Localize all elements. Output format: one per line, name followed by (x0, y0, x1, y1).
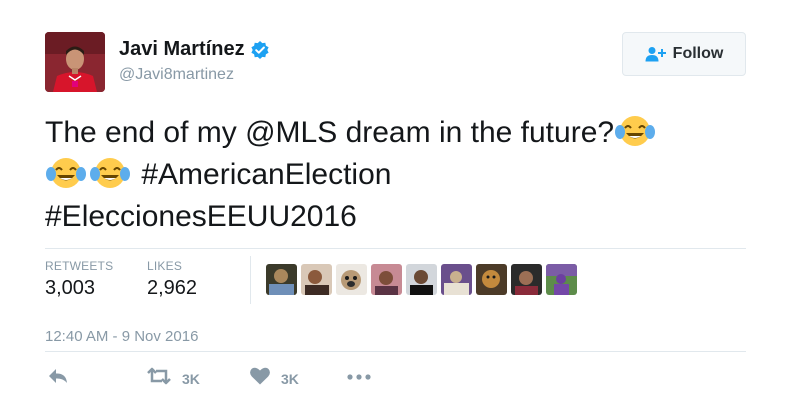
follow-button-label: Follow (672, 45, 724, 62)
follow-button[interactable]: Follow (622, 32, 746, 76)
author-handle[interactable]: @Javi8martinez (119, 66, 234, 84)
liker-avatar[interactable] (511, 264, 542, 295)
author-name-row[interactable]: Javi Martínez (119, 38, 270, 61)
avatar[interactable] (45, 32, 105, 92)
stats-divider (250, 256, 251, 304)
tears-of-joy-emoji-icon (614, 114, 656, 148)
likes-count: 2,962 (147, 277, 198, 299)
likes-stat[interactable]: LIKES 2,962 (147, 259, 197, 300)
more-button[interactable] (346, 366, 372, 391)
liker-avatar[interactable] (476, 264, 507, 295)
retweets-label: RETWEETS (45, 259, 114, 273)
author-name[interactable]: Javi Martínez (119, 38, 245, 61)
retweets-count: 3,003 (45, 277, 96, 299)
verified-badge-icon (250, 40, 270, 60)
liker-avatar[interactable] (266, 264, 297, 295)
more-icon (346, 366, 372, 391)
liker-avatars (266, 264, 577, 295)
add-user-icon (645, 46, 667, 62)
heart-icon (249, 366, 271, 391)
retweets-stat[interactable]: RETWEETS 3,003 (45, 259, 113, 300)
tweet-text: The end of my @MLS dream in the future? … (45, 112, 735, 238)
like-button[interactable]: 3K (249, 366, 299, 391)
liker-avatar[interactable] (336, 264, 367, 295)
liker-avatar[interactable] (546, 264, 577, 295)
retweet-button[interactable]: 3K (146, 366, 200, 391)
like-count: 3K (281, 370, 299, 387)
tears-of-joy-emoji-icon (89, 156, 131, 190)
liker-avatar[interactable] (371, 264, 402, 295)
retweet-icon (146, 366, 172, 391)
hashtag-elecciones-eeuu-2016[interactable]: #EleccionesEEUU2016 (45, 200, 357, 233)
tweet-timestamp[interactable]: 12:40 AM - 9 Nov 2016 (45, 328, 198, 345)
divider (45, 351, 746, 352)
liker-avatar[interactable] (406, 264, 437, 295)
hashtag-american-election[interactable]: #AmericanElection (141, 158, 391, 191)
reply-button[interactable] (47, 366, 69, 391)
retweet-count: 3K (182, 370, 200, 387)
liker-avatar[interactable] (441, 264, 472, 295)
tweet-text-line1: The end of my @MLS dream in the future? (45, 116, 615, 149)
reply-icon (47, 366, 69, 391)
divider (45, 248, 746, 249)
likes-label: LIKES (147, 259, 183, 273)
tears-of-joy-emoji-icon (45, 156, 87, 190)
liker-avatar[interactable] (301, 264, 332, 295)
